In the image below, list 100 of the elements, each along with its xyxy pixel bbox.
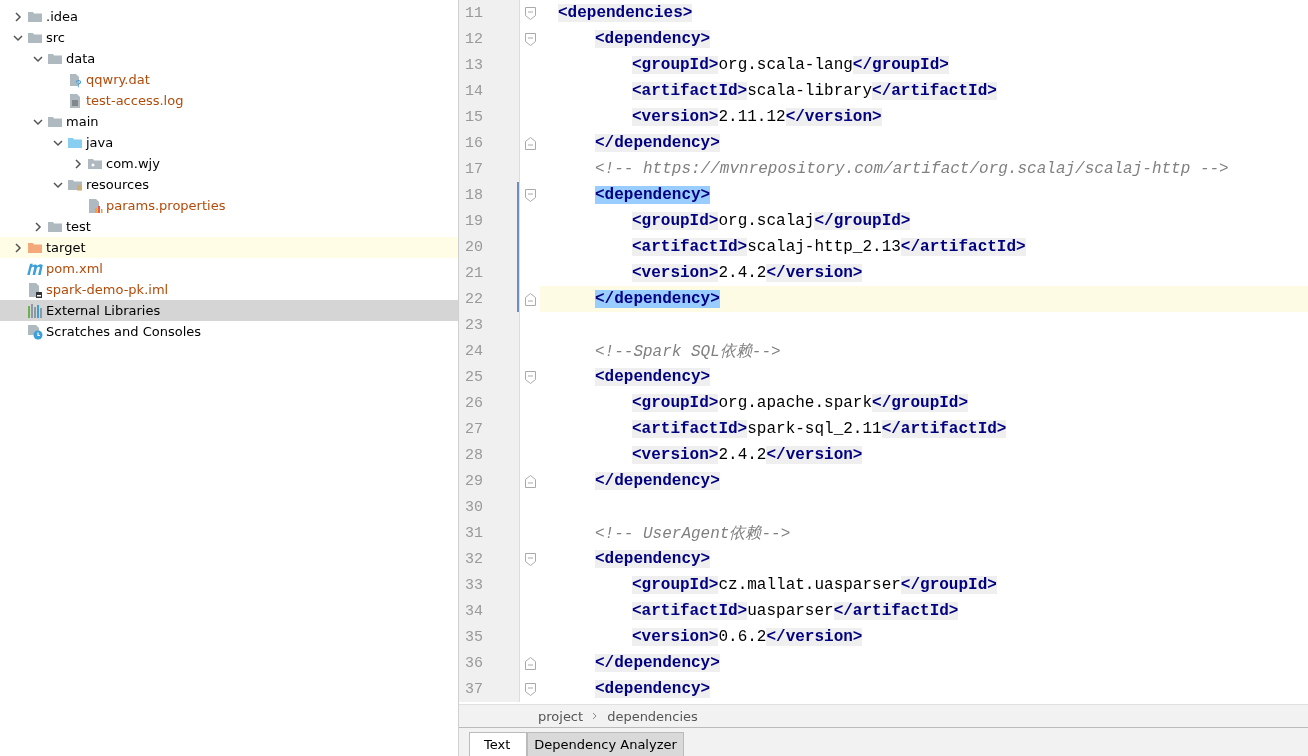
line-number: 20 <box>464 238 483 256</box>
fold-icon[interactable] <box>524 136 536 150</box>
xml-tag: <groupId> <box>632 394 719 412</box>
chevron-icon[interactable] <box>12 241 24 254</box>
fold-icon[interactable] <box>524 370 536 384</box>
xml-tag: <groupId> <box>632 576 719 594</box>
tree-item[interactable]: spark-demo-pk.iml <box>46 282 169 297</box>
line-number: 26 <box>464 394 483 412</box>
tree-item[interactable]: main <box>66 114 99 129</box>
unknown-file-icon <box>67 71 83 88</box>
xml-tag: <artifactId> <box>632 602 748 620</box>
fold-icon[interactable] <box>524 6 536 20</box>
line-number: 34 <box>464 602 483 620</box>
scratches-icon <box>27 323 43 340</box>
tree-item[interactable]: test-access.log <box>86 93 184 108</box>
tree-item[interactable]: pom.xml <box>46 261 103 276</box>
xml-tag: <dependency> <box>595 368 711 386</box>
chevron-icon[interactable] <box>72 157 84 170</box>
tree-item[interactable]: com.wjy <box>106 156 160 171</box>
fold-icon[interactable] <box>524 292 536 306</box>
line-number: 25 <box>464 368 483 386</box>
xml-tag: <dependency> <box>595 550 711 568</box>
tag-value: 2.11.12 <box>718 108 786 126</box>
line-number: 14 <box>464 82 483 100</box>
tree-item[interactable]: .idea <box>46 9 78 24</box>
tag-value: cz.mallat.uasparser <box>718 576 901 594</box>
tag-value: org.apache.spark <box>718 394 873 412</box>
line-number: 13 <box>464 56 483 74</box>
fold-icon[interactable] <box>524 656 536 670</box>
xml-tag: </groupId> <box>872 394 969 412</box>
text-file-icon <box>67 92 83 109</box>
tag-value: spark-sql_2.11 <box>747 420 882 438</box>
xml-tag: <artifactId> <box>632 238 748 256</box>
xml-tag: <groupId> <box>632 212 719 230</box>
tag-value: 2.4.2 <box>718 446 767 464</box>
xml-tag: </artifactId> <box>900 238 1026 256</box>
line-number: 18 <box>464 186 483 204</box>
tree-item[interactable]: qqwry.dat <box>86 72 150 87</box>
xml-tag: </groupId> <box>900 576 997 594</box>
xml-tag: </version> <box>766 264 863 282</box>
xml-tag: <version> <box>632 108 719 126</box>
line-number: 33 <box>464 576 483 594</box>
line-number: 11 <box>464 4 483 22</box>
xml-tag: </artifactId> <box>833 602 959 620</box>
editor-tab[interactable]: Dependency Analyzer <box>527 732 684 756</box>
tag-value: scalaj-http_2.13 <box>747 238 901 256</box>
line-number: 24 <box>464 342 483 360</box>
tree-item[interactable]: java <box>86 135 114 150</box>
tree-item[interactable]: resources <box>86 177 149 192</box>
xml-tag: </version> <box>766 628 863 646</box>
xml-tag: <version> <box>632 446 719 464</box>
xml-tag: <groupId> <box>632 56 719 74</box>
tag-value: org.scalaj <box>718 212 815 230</box>
xml-tag: <version> <box>632 264 719 282</box>
xml-tag: <dependencies> <box>558 4 693 22</box>
editor-tab[interactable]: Text <box>469 732 528 756</box>
tag-value: scala-library <box>747 82 873 100</box>
module-file-icon <box>27 281 43 298</box>
xml-tag: <artifactId> <box>632 82 748 100</box>
line-number: 15 <box>464 108 483 126</box>
line-number: 17 <box>464 160 483 178</box>
xml-tag: </version> <box>785 108 882 126</box>
tag-value: org.scala-lang <box>718 56 853 74</box>
libraries-icon <box>27 302 43 319</box>
line-number: 37 <box>464 680 483 698</box>
tree-item[interactable]: Scratches and Consoles <box>46 324 202 339</box>
xml-tag: </dependency> <box>595 472 720 490</box>
fold-icon[interactable] <box>524 682 536 696</box>
line-number: 31 <box>464 524 483 542</box>
line-number: 12 <box>464 30 483 48</box>
properties-file-icon <box>87 197 103 214</box>
line-number: 28 <box>464 446 483 464</box>
line-number: 29 <box>464 472 483 490</box>
xml-tag: </artifactId> <box>881 420 1007 438</box>
tree-item[interactable]: External Libraries <box>46 303 161 318</box>
tree-item[interactable]: data <box>66 51 96 66</box>
chevron-icon[interactable] <box>12 10 24 23</box>
breadcrumb[interactable]: project <box>538 708 584 724</box>
tree-item[interactable]: params.properties <box>106 198 226 213</box>
line-number: 32 <box>464 550 483 568</box>
line-number: 16 <box>464 134 483 152</box>
fold-icon[interactable] <box>524 188 536 202</box>
line-number: 21 <box>464 264 483 282</box>
xml-tag: </dependency> <box>595 654 720 672</box>
fold-icon[interactable] <box>524 474 536 488</box>
breadcrumb[interactable]: dependencies <box>607 708 698 724</box>
tree-item[interactable]: target <box>46 240 86 255</box>
line-number: 27 <box>464 420 483 438</box>
xml-tag: <version> <box>632 628 719 646</box>
tree-item[interactable]: test <box>66 219 91 234</box>
line-number: 22 <box>464 290 483 308</box>
xml-tag: </artifactId> <box>872 82 997 100</box>
xml-tag: </dependency> <box>595 134 720 152</box>
tree-item[interactable]: src <box>46 30 65 45</box>
xml-tag: <artifactId> <box>632 420 748 438</box>
xml-tag: <dependency> <box>595 186 711 204</box>
chevron-icon[interactable] <box>32 220 44 233</box>
fold-icon[interactable] <box>524 552 536 566</box>
maven-file-icon <box>27 262 43 275</box>
fold-icon[interactable] <box>524 32 536 46</box>
